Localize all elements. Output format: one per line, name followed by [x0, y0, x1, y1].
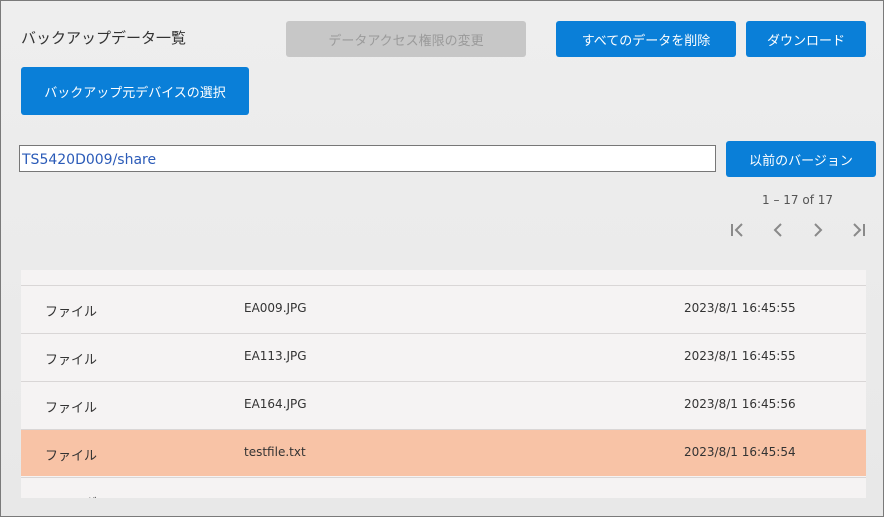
row-date: 2023/8/1 16:45:56	[684, 397, 796, 411]
backup-file-list: ファイル EA009.JPG 2023/8/1 16:45:55 ファイル EA…	[21, 270, 866, 498]
row-file-name: EA164.JPG	[244, 397, 307, 411]
chevron-left-icon[interactable]	[767, 219, 789, 241]
row-file-name: testfile.txt	[244, 445, 306, 459]
table-row[interactable]: ファイル EA009.JPG 2023/8/1 16:45:55	[21, 285, 866, 332]
row-type: ファイル	[45, 305, 98, 320]
row-file-name: EA113.JPG	[244, 349, 307, 363]
last-page-icon[interactable]	[847, 219, 869, 241]
row-type: ファイル	[45, 353, 98, 368]
table-row[interactable]: ファイル EA113.JPG 2023/8/1 16:45:55	[21, 333, 866, 380]
row-type: ファイル	[45, 401, 98, 416]
first-page-icon[interactable]	[727, 219, 749, 241]
row-file-name: EA009.JPG	[244, 301, 307, 315]
row-date: 2023/8/1 16:45:55	[684, 301, 796, 315]
row-type: フォルダ	[45, 493, 97, 498]
pagination-range: 1 – 17 of 17	[762, 193, 833, 207]
previous-version-button[interactable]: 以前のバージョン	[726, 141, 876, 177]
path-input[interactable]	[19, 145, 716, 172]
table-row-selected[interactable]: ファイル testfile.txt 2023/8/1 16:45:54	[21, 429, 866, 476]
table-row[interactable]: ファイル EA164.JPG 2023/8/1 16:45:56	[21, 381, 866, 428]
window-frame: バックアップデータ一覧 データアクセス権限の変更 すべてのデータを削除 ダウンロ…	[0, 0, 884, 517]
table-row[interactable]: フォルダ	[21, 477, 866, 498]
page-title: バックアップデータ一覧	[21, 29, 187, 47]
download-button[interactable]: ダウンロード	[746, 21, 866, 57]
change-access-button[interactable]: データアクセス権限の変更	[286, 21, 526, 57]
select-source-device-button[interactable]: バックアップ元デバイスの選択	[21, 67, 249, 115]
delete-all-button[interactable]: すべてのデータを削除	[556, 21, 736, 57]
chevron-right-icon[interactable]	[807, 219, 829, 241]
row-type: ファイル	[45, 449, 98, 464]
row-date: 2023/8/1 16:45:54	[684, 445, 796, 459]
row-date: 2023/8/1 16:45:55	[684, 349, 796, 363]
